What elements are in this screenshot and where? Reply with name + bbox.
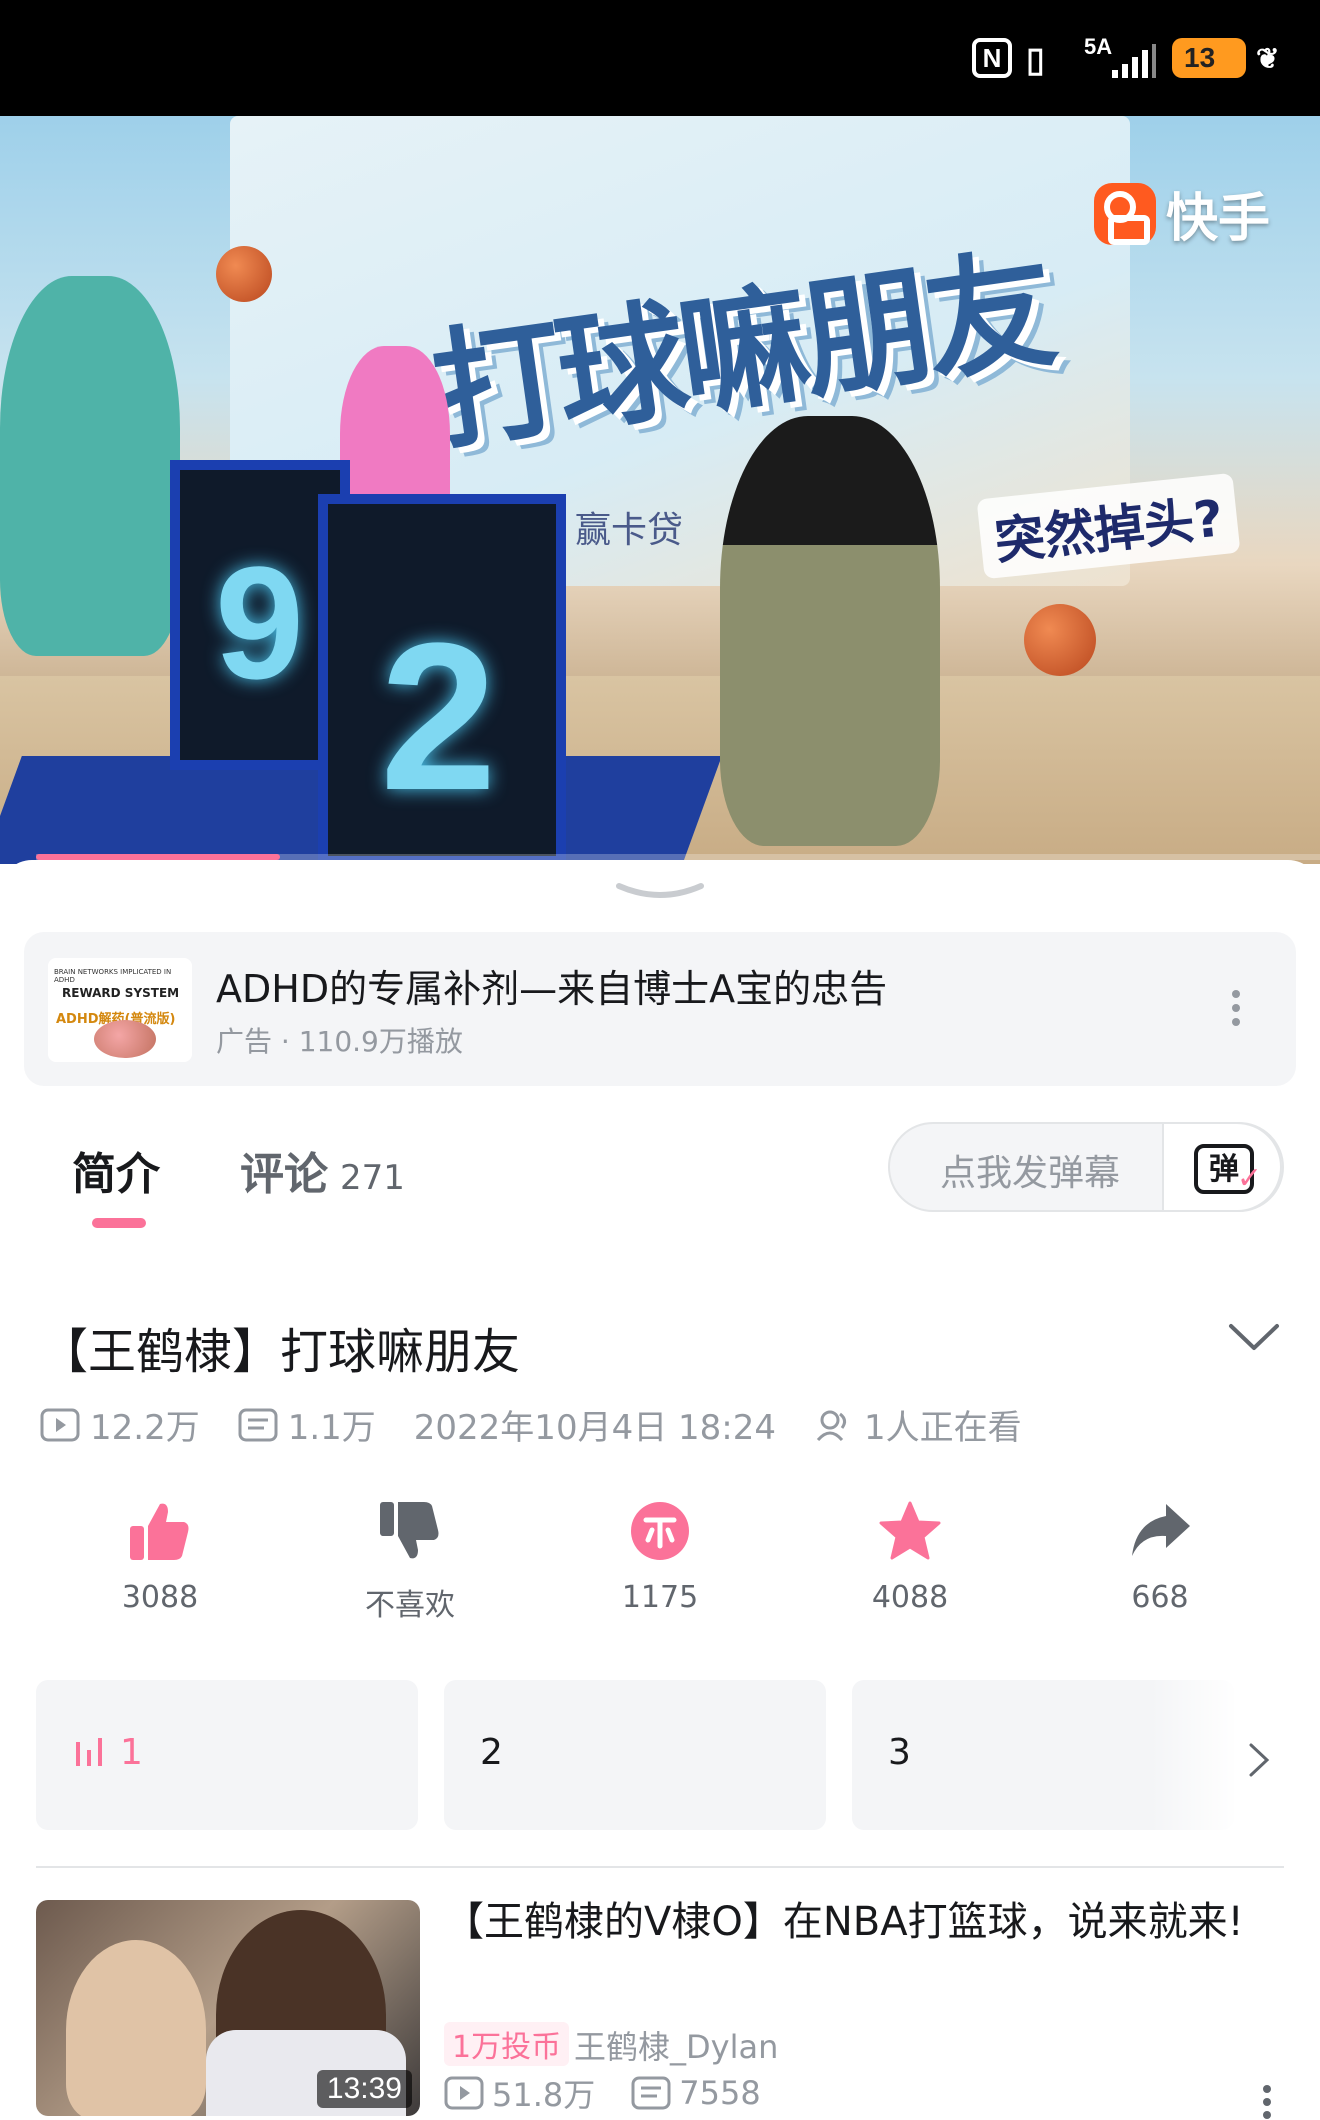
danmaku-count-icon — [238, 1408, 278, 1441]
dislike-button[interactable]: 不喜欢 — [330, 1500, 490, 1624]
video-scene-player-left — [0, 276, 180, 656]
thumbs-down-icon — [380, 1502, 439, 1559]
tab-comments-count: 271 — [340, 1158, 405, 1198]
signal-icon — [1112, 44, 1156, 78]
kuaishou-label: 快手 — [1165, 189, 1270, 249]
video-meta: 12.2万 1.1万 2022年10月4日 18:24 1人正在看 — [40, 1400, 1022, 1449]
publish-datetime: 2022年10月4日 18:24 — [413, 1408, 776, 1448]
favorite-button[interactable]: 4088 — [830, 1500, 990, 1615]
kuaishou-logo-icon — [1093, 182, 1156, 245]
status-bar: N ▯ 5A 13 ❦ — [0, 0, 1320, 116]
ad-title: ADHD的专属补剂—来自博士A宝的忠告 — [216, 967, 888, 1011]
score-right: 2 — [380, 599, 497, 834]
episode-3-label: 3 — [888, 1732, 911, 1773]
tab-active-indicator — [92, 1218, 146, 1228]
related-plays: 51.8万 — [492, 2076, 596, 2114]
video-scene-banner-text: 赢卡贷 — [575, 510, 684, 551]
episode-2-label: 2 — [480, 1732, 503, 1773]
video-scene-basketball — [1024, 604, 1096, 676]
related-meta: 51.8万 7558 — [444, 2070, 761, 2116]
battery-level: 13 — [1184, 42, 1216, 73]
tab-comments[interactable]: 评论 271 — [240, 1138, 405, 1202]
favorite-count: 4088 — [871, 1580, 949, 1615]
tab-intro-label: 简介 — [72, 1149, 160, 1200]
tab-comments-label: 评论 — [240, 1149, 328, 1200]
coin-icon — [631, 1502, 689, 1560]
related-thumbnail[interactable]: 13:39 — [36, 1900, 420, 2116]
video-title: 【王鹤棣】打球嘛朋友 — [40, 1324, 521, 1380]
dislike-label: 不喜欢 — [365, 1588, 455, 1623]
episode-1-label: 1 — [120, 1732, 143, 1773]
ad-more-icon[interactable] — [1230, 988, 1242, 1028]
video-scene-basketball-2 — [216, 246, 272, 302]
like-count: 3088 — [121, 1580, 199, 1615]
detail-sheet: BRAIN NETWORKS IMPLICATED IN ADHD REWARD… — [0, 860, 1320, 2120]
ad-subtitle: 广告 · 110.9万播放 — [216, 1025, 463, 1058]
ad-thumb-caption: BRAIN NETWORKS IMPLICATED IN ADHD — [54, 968, 172, 984]
related-thumb-person-2 — [66, 1940, 206, 2116]
check-icon: ✓ — [1236, 1161, 1262, 1196]
danmaku-input[interactable]: 点我发弹幕 弹 ✓ — [888, 1122, 1284, 1212]
play-count: 12.2万 — [90, 1408, 200, 1448]
leaf-icon: ❦ — [1256, 43, 1280, 74]
related-badge: 1万投币 — [444, 2022, 570, 2066]
share-icon — [1132, 1504, 1190, 1556]
related-more-icon[interactable] — [1262, 2084, 1272, 2120]
ad-card[interactable]: BRAIN NETWORKS IMPLICATED IN ADHD REWARD… — [24, 932, 1296, 1086]
thumbs-up-icon — [130, 1503, 189, 1560]
coin-button[interactable]: 1175 — [580, 1500, 740, 1615]
danmaku-icon-char: 弹 — [1209, 1152, 1239, 1187]
coin-count: 1175 — [621, 1580, 699, 1615]
viewers-icon — [816, 1410, 847, 1441]
ad-thumbnail: BRAIN NETWORKS IMPLICATED IN ADHD REWARD… — [48, 958, 192, 1062]
related-danmaku: 7558 — [679, 2074, 761, 2112]
share-button[interactable]: 668 — [1080, 1500, 1240, 1615]
network-label: 5A — [1084, 34, 1113, 59]
sheet-handle-icon[interactable] — [615, 880, 705, 902]
divider — [36, 1866, 1284, 1868]
kuaishou-watermark: 快手 — [1093, 176, 1270, 251]
play-count-icon — [444, 2076, 484, 2110]
danmaku-toggle-button[interactable]: 弹 ✓ — [1162, 1122, 1282, 1212]
share-count: 668 — [1131, 1580, 1189, 1615]
play-count-icon — [40, 1408, 80, 1441]
tab-intro[interactable]: 简介 — [72, 1138, 160, 1202]
star-icon — [879, 1501, 941, 1560]
related-duration: 13:39 — [316, 2070, 412, 2108]
episode-1[interactable]: 1 — [36, 1680, 418, 1830]
related-title[interactable]: 【王鹤棣的V棣O】在NBA打篮球，说来就来! — [444, 1896, 1244, 1948]
nfc-icon: N — [972, 38, 1012, 78]
ad-thumb-heading: REWARD SYSTEM — [62, 986, 180, 1000]
related-author[interactable]: 王鹤棣_Dylan — [574, 2022, 778, 2068]
chevron-down-icon[interactable] — [1228, 1322, 1280, 1352]
video-scene-player-main — [720, 416, 940, 846]
score-left: 9 — [215, 533, 304, 712]
chevron-right-icon[interactable] — [1248, 1742, 1270, 1778]
battery-icon: 13 — [1172, 38, 1246, 78]
episodes-fade — [1150, 1680, 1240, 1830]
vibrate-icon: ▯ — [1026, 41, 1045, 79]
danmaku-placeholder: 点我发弹幕 — [940, 1153, 1121, 1194]
danmaku-count-icon — [631, 2076, 671, 2110]
playing-bars-icon — [76, 1738, 102, 1766]
brain-icon — [94, 1020, 156, 1058]
episode-2[interactable]: 2 — [444, 1680, 826, 1830]
video-player[interactable]: 打球嘛朋友 赢卡贷 9 2 突然掉头? 快手 — [0, 116, 1320, 864]
danmaku-count: 1.1万 — [287, 1408, 376, 1448]
watching-count: 1人正在看 — [864, 1408, 1022, 1448]
like-button[interactable]: 3088 — [80, 1500, 240, 1615]
